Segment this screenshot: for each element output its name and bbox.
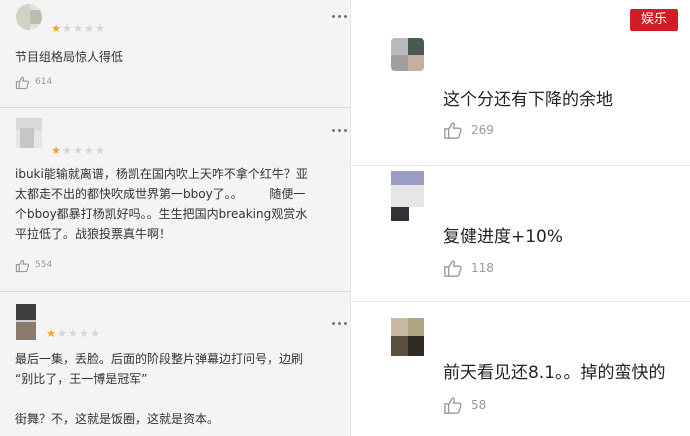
rating-stars: ★ ★ ★ ★ ★ bbox=[50, 145, 110, 157]
like-button[interactable]: 269 bbox=[443, 120, 513, 140]
like-button[interactable]: 614 bbox=[15, 75, 65, 91]
avatar[interactable] bbox=[391, 38, 424, 71]
star-icon: ★ bbox=[90, 327, 100, 340]
left-comment-3: ★ ★ ★ ★ ★ 最后一集，丢脸。后面的阶段整片弹幕边打问号，边刷 “别比了，王一博是… bbox=[0, 292, 350, 436]
avatar[interactable] bbox=[391, 171, 424, 221]
avatar[interactable] bbox=[16, 4, 42, 30]
comment-text: ibuki能输就离谱，杨凯在国内吹上天咋不拿个红牛？亚 太都走不出的都快吹成世界… bbox=[15, 167, 308, 241]
star-icon: ★ bbox=[95, 22, 105, 35]
avatar[interactable] bbox=[16, 118, 42, 148]
like-count: 269 bbox=[471, 123, 494, 137]
watermark-logo: 娱乐 bbox=[630, 9, 678, 31]
left-comment-1: ★ ★ ★ ★ ★ 节目组格局惊人得低 614 bbox=[0, 0, 350, 108]
right-screenshot-panel: 这个分还有下降的余地 269 复健进度+10% 118 前天看见还8.1。。掉的… bbox=[351, 0, 690, 436]
like-count: 554 bbox=[35, 260, 53, 270]
avatar[interactable] bbox=[391, 318, 424, 356]
like-button[interactable]: 554 bbox=[15, 258, 65, 274]
thumbs-up-icon bbox=[444, 122, 462, 139]
like-button[interactable]: 118 bbox=[443, 258, 513, 278]
like-count: 118 bbox=[471, 261, 494, 275]
left-comment-2: ★ ★ ★ ★ ★ ibuki能输就离谱，杨凯在国内吹上天咋不拿个红牛？亚 太都走不出的… bbox=[0, 107, 350, 292]
thumbs-up-icon bbox=[444, 260, 462, 277]
more-dots-icon[interactable] bbox=[332, 15, 350, 21]
like-count: 614 bbox=[35, 77, 53, 87]
more-dots-icon[interactable] bbox=[332, 129, 350, 135]
left-screenshot-panel: ★ ★ ★ ★ ★ 节目组格局惊人得低 614 ★ ★ ★ ★ ★ ibuki能输就离谱，杨凯在… bbox=[0, 0, 351, 436]
right-comment-3: 前天看见还8.1。。掉的蛮快的 58 bbox=[351, 302, 690, 436]
more-dots-icon[interactable] bbox=[332, 322, 350, 328]
star-icon: ★ bbox=[95, 144, 105, 157]
thumbs-up-icon bbox=[15, 259, 30, 273]
avatar[interactable] bbox=[16, 304, 36, 340]
rating-stars: ★ ★ ★ ★ ★ bbox=[45, 328, 105, 340]
comment-text: 最后一集，丢脸。后面的阶段整片弹幕边打问号，边刷 “别比了，王一博是冠军” 街舞… bbox=[15, 352, 304, 426]
rating-stars: ★ ★ ★ ★ ★ bbox=[50, 23, 110, 35]
right-comment-2: 复健进度+10% 118 bbox=[351, 166, 690, 302]
comment-text: 复健进度+10% bbox=[443, 227, 564, 247]
comment-text: 节目组格局惊人得低 bbox=[15, 50, 124, 64]
comment-text: 这个分还有下降的余地 bbox=[443, 90, 613, 110]
thumbs-up-icon bbox=[444, 397, 462, 414]
like-button[interactable]: 58 bbox=[443, 395, 513, 415]
thumbs-up-icon bbox=[15, 76, 30, 90]
comment-text: 前天看见还8.1。。掉的蛮快的 bbox=[443, 363, 666, 383]
like-count: 58 bbox=[471, 398, 487, 412]
